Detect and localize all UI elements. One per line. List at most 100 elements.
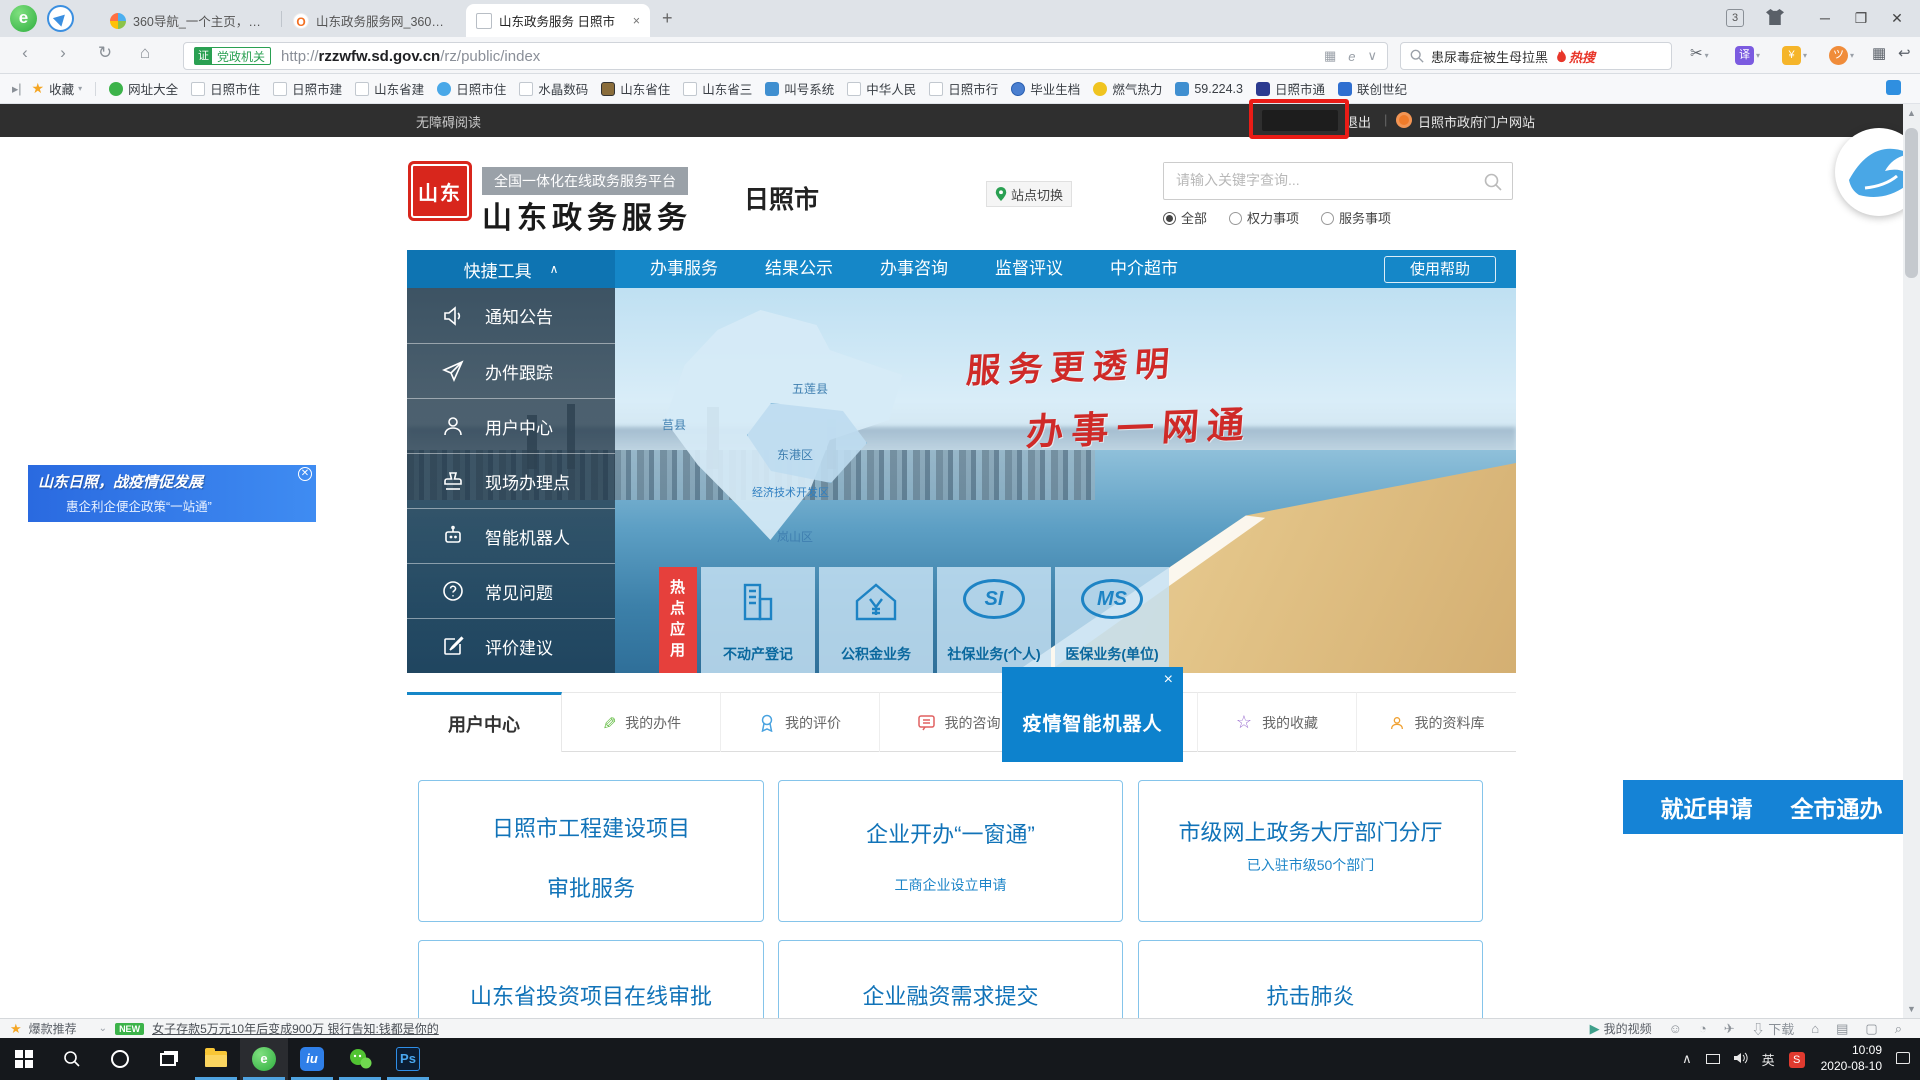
- address-bar[interactable]: 证 党政机关 http://rzzwfw.sd.gov.cn/rz/public…: [183, 42, 1388, 70]
- sidebar-item-user-center[interactable]: 用户中心: [407, 398, 615, 453]
- boost-icon[interactable]: ✈: [1724, 1021, 1735, 1037]
- tab-my-reviews[interactable]: 我的评价: [721, 692, 880, 752]
- photoshop-icon[interactable]: Ps: [384, 1038, 432, 1080]
- hot-app-medical-insurance[interactable]: MS 医保业务(单位): [1055, 567, 1169, 673]
- promo-ad-banner[interactable]: ✕ 山东日照，战疫情促发展 惠企利企便企政策“一站通”: [28, 465, 316, 522]
- site-switch-button[interactable]: 站点切换: [986, 181, 1072, 207]
- file-explorer-icon[interactable]: [192, 1038, 240, 1080]
- browser-tab-3-active[interactable]: 山东政务服务 日照市 ×: [466, 4, 650, 37]
- tab-my-favorites[interactable]: ☆ 我的收藏: [1198, 692, 1357, 752]
- refresh-icon[interactable]: ↻: [92, 43, 118, 63]
- monitor-icon[interactable]: ▢: [1865, 1021, 1877, 1037]
- epidemic-robot-popup[interactable]: × 疫情智能机器人: [1002, 667, 1183, 762]
- taskbar-search-icon[interactable]: [48, 1038, 96, 1080]
- hot-app-housing-fund[interactable]: 公积金业务: [819, 567, 933, 673]
- bookmark-item[interactable]: 中华人民: [847, 79, 916, 98]
- cortana-icon[interactable]: [96, 1038, 144, 1080]
- action-center-icon[interactable]: [1896, 1052, 1910, 1067]
- zoom-icon[interactable]: ⌕: [1895, 1021, 1902, 1037]
- popup-close-icon[interactable]: ×: [1164, 671, 1173, 689]
- taskbar-clock[interactable]: 10:09 2020-08-10: [1821, 1043, 1882, 1074]
- home-icon[interactable]: ⌂: [132, 43, 158, 63]
- bookmark-item[interactable]: 山东省住: [601, 79, 670, 98]
- bookmark-item[interactable]: 日照市建: [273, 79, 342, 98]
- 360-browser-icon[interactable]: e: [240, 1038, 288, 1080]
- sidebar-item-faq[interactable]: 常见问题: [407, 563, 615, 618]
- emoji-icon[interactable]: ☺: [1669, 1021, 1682, 1036]
- wallet-icon[interactable]: ¥▾: [1782, 45, 1807, 65]
- bookmark-item[interactable]: 叫号系统: [765, 79, 834, 98]
- news-ticker-link[interactable]: 女子存款5万元10年后变成900万 银行告知:钱都是你的: [152, 1020, 439, 1037]
- nav-item-supervise[interactable]: 监督评议: [995, 250, 1063, 288]
- portal-link[interactable]: 日照市政府门户网站: [1418, 112, 1535, 131]
- browser-tab-1[interactable]: 360导航_一个主页，整个世界: [100, 4, 280, 37]
- browser-search-box[interactable]: 患尿毒症被生母拉黑 热搜: [1400, 42, 1672, 70]
- qr-grid-icon[interactable]: ▦: [1324, 48, 1336, 64]
- tray-monitor-icon[interactable]: [1706, 1052, 1720, 1067]
- sidebar-item-onsite[interactable]: 现场办理点: [407, 453, 615, 508]
- chevron-icon[interactable]: ⌄: [99, 1023, 107, 1034]
- bookmark-item[interactable]: 燃气热力: [1093, 79, 1162, 98]
- card-construction-approval[interactable]: 日照市工程建设项目 审批服务: [418, 780, 764, 922]
- sidebar-item-notices[interactable]: 通知公告: [407, 288, 615, 343]
- play-icon[interactable]: ▶: [1590, 1021, 1600, 1037]
- hot-app-realestate[interactable]: 不动产登记: [701, 567, 815, 673]
- sidebar-item-robot[interactable]: 智能机器人: [407, 508, 615, 563]
- maximize-button[interactable]: ❐: [1846, 6, 1876, 30]
- page-scrollbar[interactable]: ▲ ▼: [1903, 104, 1920, 1018]
- bookmark-item[interactable]: 联创世纪: [1338, 79, 1407, 98]
- notes-icon[interactable]: ▤: [1836, 1021, 1848, 1037]
- accessibility-link[interactable]: 无障碍阅读: [416, 112, 481, 131]
- bookmark-item[interactable]: 日照市行: [929, 79, 998, 98]
- undo-icon[interactable]: ↩: [1898, 44, 1911, 62]
- browser-logo-icon[interactable]: e: [10, 5, 37, 32]
- tab-count-badge[interactable]: 3: [1726, 9, 1744, 27]
- screenshot-scissors-icon[interactable]: ✂▾: [1690, 44, 1709, 62]
- bookmark-item[interactable]: 日照市通: [1256, 79, 1325, 98]
- bookmark-item[interactable]: 山东省三: [683, 79, 752, 98]
- home-panel-icon[interactable]: ⌂: [1811, 1021, 1819, 1036]
- search-icon[interactable]: [1484, 173, 1502, 191]
- clock-icon[interactable]: ◔: [1699, 1021, 1707, 1036]
- skin-theme-icon[interactable]: [1766, 9, 1784, 25]
- game-assistant-icon[interactable]: ツ▾: [1829, 45, 1854, 65]
- ad-close-icon[interactable]: ✕: [298, 467, 312, 481]
- bookmark-item[interactable]: 毕业生档: [1011, 79, 1080, 98]
- bookmark-item[interactable]: 网址大全: [109, 79, 178, 98]
- minimize-button[interactable]: ─: [1810, 6, 1840, 30]
- scrollbar-thumb[interactable]: [1905, 128, 1918, 278]
- chevron-down-icon[interactable]: ∨: [1367, 48, 1377, 64]
- tab-my-library[interactable]: 我的资料库: [1357, 692, 1516, 752]
- compass-nav-icon[interactable]: [47, 5, 74, 32]
- new-tab-button[interactable]: +: [662, 8, 673, 29]
- scroll-up-icon[interactable]: ▲: [1903, 108, 1920, 118]
- tab-close-icon[interactable]: ×: [633, 14, 640, 28]
- nav-item-services[interactable]: 办事服务: [650, 250, 718, 288]
- bookmark-item[interactable]: 水晶数码: [519, 79, 588, 98]
- radio-service-items[interactable]: 服务事项: [1321, 208, 1391, 227]
- nav-item-results[interactable]: 结果公示: [765, 250, 833, 288]
- download-icon[interactable]: ⇩ 下载: [1752, 1019, 1795, 1038]
- ie-mode-icon[interactable]: e: [1348, 49, 1355, 64]
- radio-power-items[interactable]: 权力事项: [1229, 208, 1299, 227]
- input-language-indicator[interactable]: 英: [1762, 1050, 1775, 1069]
- tray-volume-icon[interactable]: [1734, 1052, 1748, 1067]
- nav-quick-tools[interactable]: 快捷工具 ∧: [407, 250, 615, 288]
- start-button[interactable]: [0, 1038, 48, 1080]
- radio-all[interactable]: 全部: [1163, 208, 1207, 227]
- task-view-icon[interactable]: [144, 1038, 192, 1080]
- sidebar-item-feedback[interactable]: 评价建议: [407, 618, 615, 673]
- back-icon[interactable]: ‹: [12, 43, 38, 63]
- apps-grid-icon[interactable]: ▦: [1872, 44, 1886, 62]
- site-search-input[interactable]: [1164, 163, 1464, 197]
- sidebar-item-tracking[interactable]: 办件跟踪: [407, 343, 615, 398]
- wechat-icon[interactable]: [336, 1038, 384, 1080]
- browser-tab-2[interactable]: O 山东政务服务网_360搜索: [283, 4, 464, 37]
- help-button[interactable]: 使用帮助: [1384, 256, 1496, 283]
- site-cert-badge[interactable]: 证 党政机关: [194, 47, 271, 65]
- favorites-menu[interactable]: ★ 收藏 ▾: [32, 79, 83, 98]
- ime-badge-icon[interactable]: S: [1789, 1051, 1805, 1068]
- translate-icon[interactable]: 译▾: [1735, 45, 1760, 65]
- nearby-apply-cta[interactable]: 就近申请 全市通办: [1623, 780, 1920, 834]
- bookmark-item[interactable]: 59.224.3: [1175, 82, 1243, 96]
